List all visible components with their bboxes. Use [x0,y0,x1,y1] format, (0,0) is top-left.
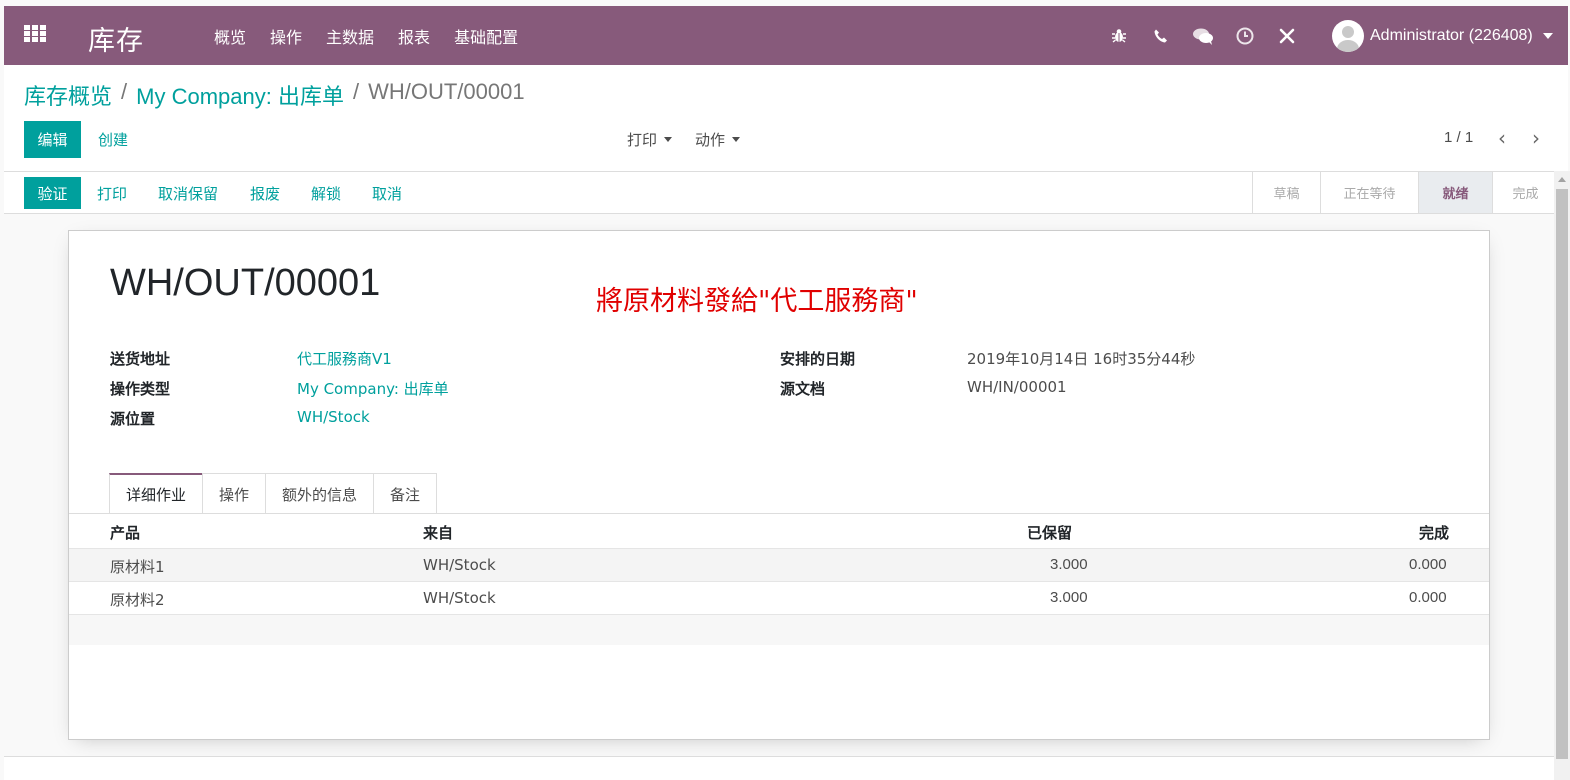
apps-grid-icon[interactable] [24,25,46,43]
tools-icon[interactable] [1276,25,1298,47]
stage-waiting[interactable]: 正在等待 [1320,172,1418,213]
notebook-tabs: 详细作业 操作 额外的信息 备注 [109,473,438,514]
field-label-operation-type: 操作类型 [110,380,171,398]
record-title: WH/OUT/00001 [110,262,381,304]
unreserve-button[interactable]: 取消保留 [158,183,218,204]
avatar [1332,19,1364,52]
pager-value[interactable]: 1 / 1 [1444,129,1473,146]
menu-overview[interactable]: 概览 [214,24,246,48]
app-name[interactable]: 库存 [88,19,144,58]
column-done[interactable]: 完成 [1419,522,1449,543]
user-menu[interactable]: Administrator (226408) [1332,6,1553,65]
chevron-down-icon [1542,32,1553,39]
breadcrumb-current: WH/OUT/00001 [368,79,525,104]
systray [1108,6,1318,65]
validate-button[interactable]: 验证 [24,177,81,209]
scrap-button[interactable]: 报废 [250,183,280,204]
annotation-text: 將原材料發給"代工服務商" [596,286,918,317]
field-label-source-document: 源文档 [780,380,826,398]
edit-button[interactable]: 编辑 [24,121,81,158]
stage-done[interactable]: 完成 [1492,172,1558,213]
field-delivery-address[interactable]: 代工服務商V1 [297,348,392,369]
clock-icon[interactable] [1234,25,1256,47]
table-row[interactable]: 原材料2 WH/Stock 3.000 0.000 [69,581,1489,614]
main-menu: 概览 操作 主数据 报表 基础配置 [214,6,542,65]
column-reserved[interactable]: 已保留 [1027,522,1072,543]
tab-detailed-operations[interactable]: 详细作业 [109,473,204,514]
stage-ready[interactable]: 就绪 [1418,172,1492,213]
column-product[interactable]: 产品 [110,522,140,543]
field-source-document: WH/IN/00001 [967,378,1067,396]
pager-previous-icon[interactable]: ‹ [1494,128,1510,148]
field-operation-type[interactable]: My Company: 出库单 [297,378,449,399]
print-button[interactable]: 打印 [97,183,127,204]
menu-master-data[interactable]: 主数据 [326,24,374,48]
stage-draft[interactable]: 草稿 [1252,172,1320,213]
table-row[interactable]: 原材料1 WH/Stock 3.000 0.000 [69,548,1489,581]
caret-down-icon [664,137,673,142]
tab-operations[interactable]: 操作 [202,473,267,514]
column-from[interactable]: 来自 [423,522,453,543]
top-navbar: 库存 概览 操作 主数据 报表 基础配置 Administrator (2264… [4,6,1568,65]
breadcrumb: 库存概览 / My Company: 出库单 / WH/OUT/00001 [24,79,525,111]
field-label-source-location: 源位置 [110,410,156,428]
tab-additional-info[interactable]: 额外的信息 [265,473,375,514]
chatter-area [4,757,1554,780]
unlock-button[interactable]: 解锁 [311,183,341,204]
stage-pipeline: 草稿 正在等待 就绪 完成 [1252,172,1558,213]
field-source-location[interactable]: WH/Stock [297,408,370,426]
tab-note[interactable]: 备注 [373,473,438,514]
field-scheduled-date: 2019年10月14日 16时35分44秒 [967,350,1196,368]
caret-down-icon [732,137,741,142]
table-header: 产品 来自 已保留 完成 [69,514,1489,549]
phone-icon[interactable] [1150,25,1172,47]
breadcrumb-inventory-overview[interactable]: 库存概览 [24,79,112,111]
menu-configuration[interactable]: 基础配置 [454,24,518,48]
field-label-delivery-address: 送货地址 [110,350,171,368]
status-bar: 验证 打印 取消保留 报废 解锁 取消 草稿 正在等待 就绪 完成 [4,171,1558,214]
menu-operations[interactable]: 操作 [270,24,302,48]
print-dropdown[interactable]: 打印 [627,129,673,150]
action-dropdown[interactable]: 动作 [695,129,741,150]
form-sheet: WH/OUT/00001 將原材料發給"代工服務商" 送货地址 代工服務商V1 … [68,230,1490,740]
chat-icon[interactable] [1192,25,1214,47]
bug-icon[interactable] [1108,25,1130,47]
menu-reporting[interactable]: 报表 [398,24,430,48]
breadcrumb-delivery-orders[interactable]: My Company: 出库单 [136,79,344,111]
scroll-up-icon[interactable] [1558,177,1566,182]
scrollbar-thumb[interactable] [1556,189,1568,759]
user-name: Administrator (226408) [1370,26,1533,44]
vertical-scrollbar[interactable] [1554,171,1570,780]
create-button[interactable]: 创建 [98,129,128,150]
cancel-button[interactable]: 取消 [372,183,402,204]
pager-next-icon[interactable]: › [1528,128,1544,148]
control-panel: 库存概览 / My Company: 出库单 / WH/OUT/00001 编辑… [4,65,1568,171]
field-label-scheduled-date: 安排的日期 [780,350,856,368]
table-empty-row [69,614,1489,645]
